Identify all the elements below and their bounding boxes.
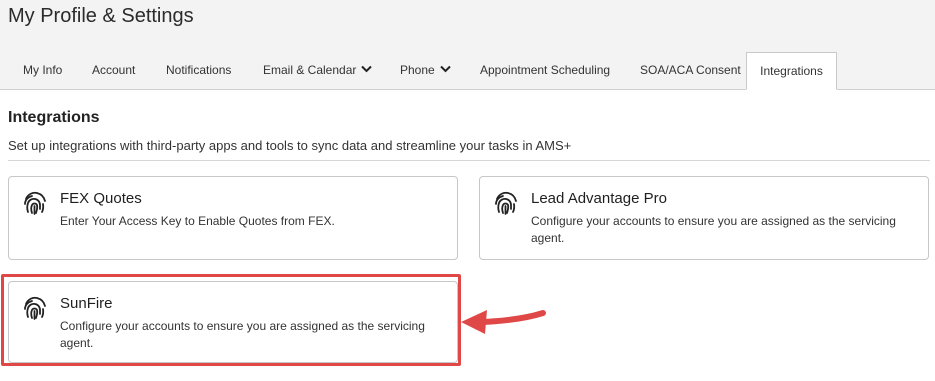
tab-email-calendar[interactable]: Email & Calendar (263, 51, 373, 89)
integration-card-description-line: Configure your accounts to ensure you ar… (531, 214, 896, 228)
integration-card-lead-advantage-pro[interactable]: Lead Advantage Pro Configure your accoun… (479, 176, 929, 260)
tab-my-info[interactable]: My Info (23, 52, 62, 89)
chevron-down-icon (361, 51, 373, 88)
section-description: Set up integrations with third-party app… (8, 138, 572, 153)
integration-card-fex-quotes[interactable]: FEX Quotes Enter Your Access Key to Enab… (8, 176, 458, 260)
tab-soa-aca-consent[interactable]: SOA/ACA Consent (640, 52, 741, 89)
annotation-arrow-icon (461, 310, 546, 334)
tab-phone[interactable]: Phone (400, 52, 451, 89)
integration-card-title: FEX Quotes (60, 190, 142, 207)
integration-card-description: Configure your accounts to ensure you ar… (531, 213, 896, 247)
section-title: Integrations (8, 109, 100, 126)
page-header: My Profile & Settings My Info Account No… (0, 0, 935, 90)
divider (8, 160, 930, 161)
tab-integrations[interactable]: Integrations (746, 52, 837, 90)
tab-account[interactable]: Account (92, 52, 135, 89)
annotation-highlight-box (1, 274, 461, 366)
tab-email-calendar-label: Email & Calendar (263, 63, 357, 77)
integration-card-description: Enter Your Access Key to Enable Quotes f… (60, 214, 335, 228)
fingerprint-icon (495, 191, 517, 215)
integration-card-title: Lead Advantage Pro (531, 190, 667, 207)
tab-appointment-scheduling[interactable]: Appointment Scheduling (480, 52, 610, 89)
page-title: My Profile & Settings (8, 5, 194, 27)
fingerprint-icon (24, 191, 46, 215)
tab-phone-label: Phone (400, 63, 435, 77)
integration-card-description-line: agent. (531, 231, 565, 245)
chevron-down-icon (439, 51, 451, 88)
tab-notifications[interactable]: Notifications (166, 52, 231, 89)
